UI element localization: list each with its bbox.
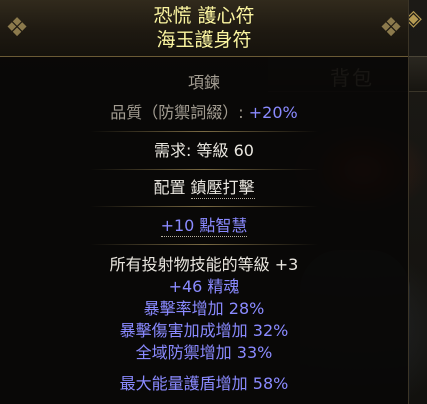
quality-label: 品質（防禦詞綴）: (110, 103, 249, 122)
anoint-passive-link[interactable]: 鎮壓打擊 (190, 178, 255, 199)
implicit-mod: +10 點智慧 (0, 216, 408, 237)
explicit-mod: 暴擊傷害加成增加 32% (119, 321, 289, 340)
anoint-line: 配置 鎮壓打擊 (0, 178, 408, 199)
separator (90, 244, 318, 245)
explicit-mod: 所有投射物技能的等級 +3 (109, 255, 299, 274)
item-quality: 品質（防禦詞綴）: +20% (0, 103, 408, 123)
explicit-mod: 最大能量護盾增加 58% (119, 374, 289, 393)
separator (90, 169, 318, 170)
anoint-prefix: 配置 (153, 178, 191, 197)
quality-value: +20% (248, 103, 298, 122)
separator (90, 206, 318, 207)
item-base-type: 海玉護身符 (156, 29, 252, 51)
explicit-mod: 全域防禦增加 33% (135, 343, 273, 362)
explicit-mod: 暴擊率增加 28% (143, 299, 265, 318)
item-requirement: 需求: 等級 60 (154, 141, 254, 160)
separator (90, 131, 318, 132)
item-class: 項鍊 (187, 73, 220, 92)
explicit-mod: +46 精魂 (168, 277, 240, 296)
tooltip-header: ❖ ❖ 恐慌 護心符 海玉護身符 (0, 0, 408, 57)
item-name: 恐慌 護心符 (153, 5, 255, 27)
implicit-mod-text: +10 點智慧 (160, 216, 248, 237)
game-screen: ◈ 背包 ❖ ❖ 恐慌 護心符 海玉護身符 項鍊 品質（防禦詞綴）: +20% … (0, 0, 427, 404)
item-tooltip: ❖ ❖ 恐慌 護心符 海玉護身符 項鍊 品質（防禦詞綴）: +20% 需求: 等… (0, 0, 409, 404)
